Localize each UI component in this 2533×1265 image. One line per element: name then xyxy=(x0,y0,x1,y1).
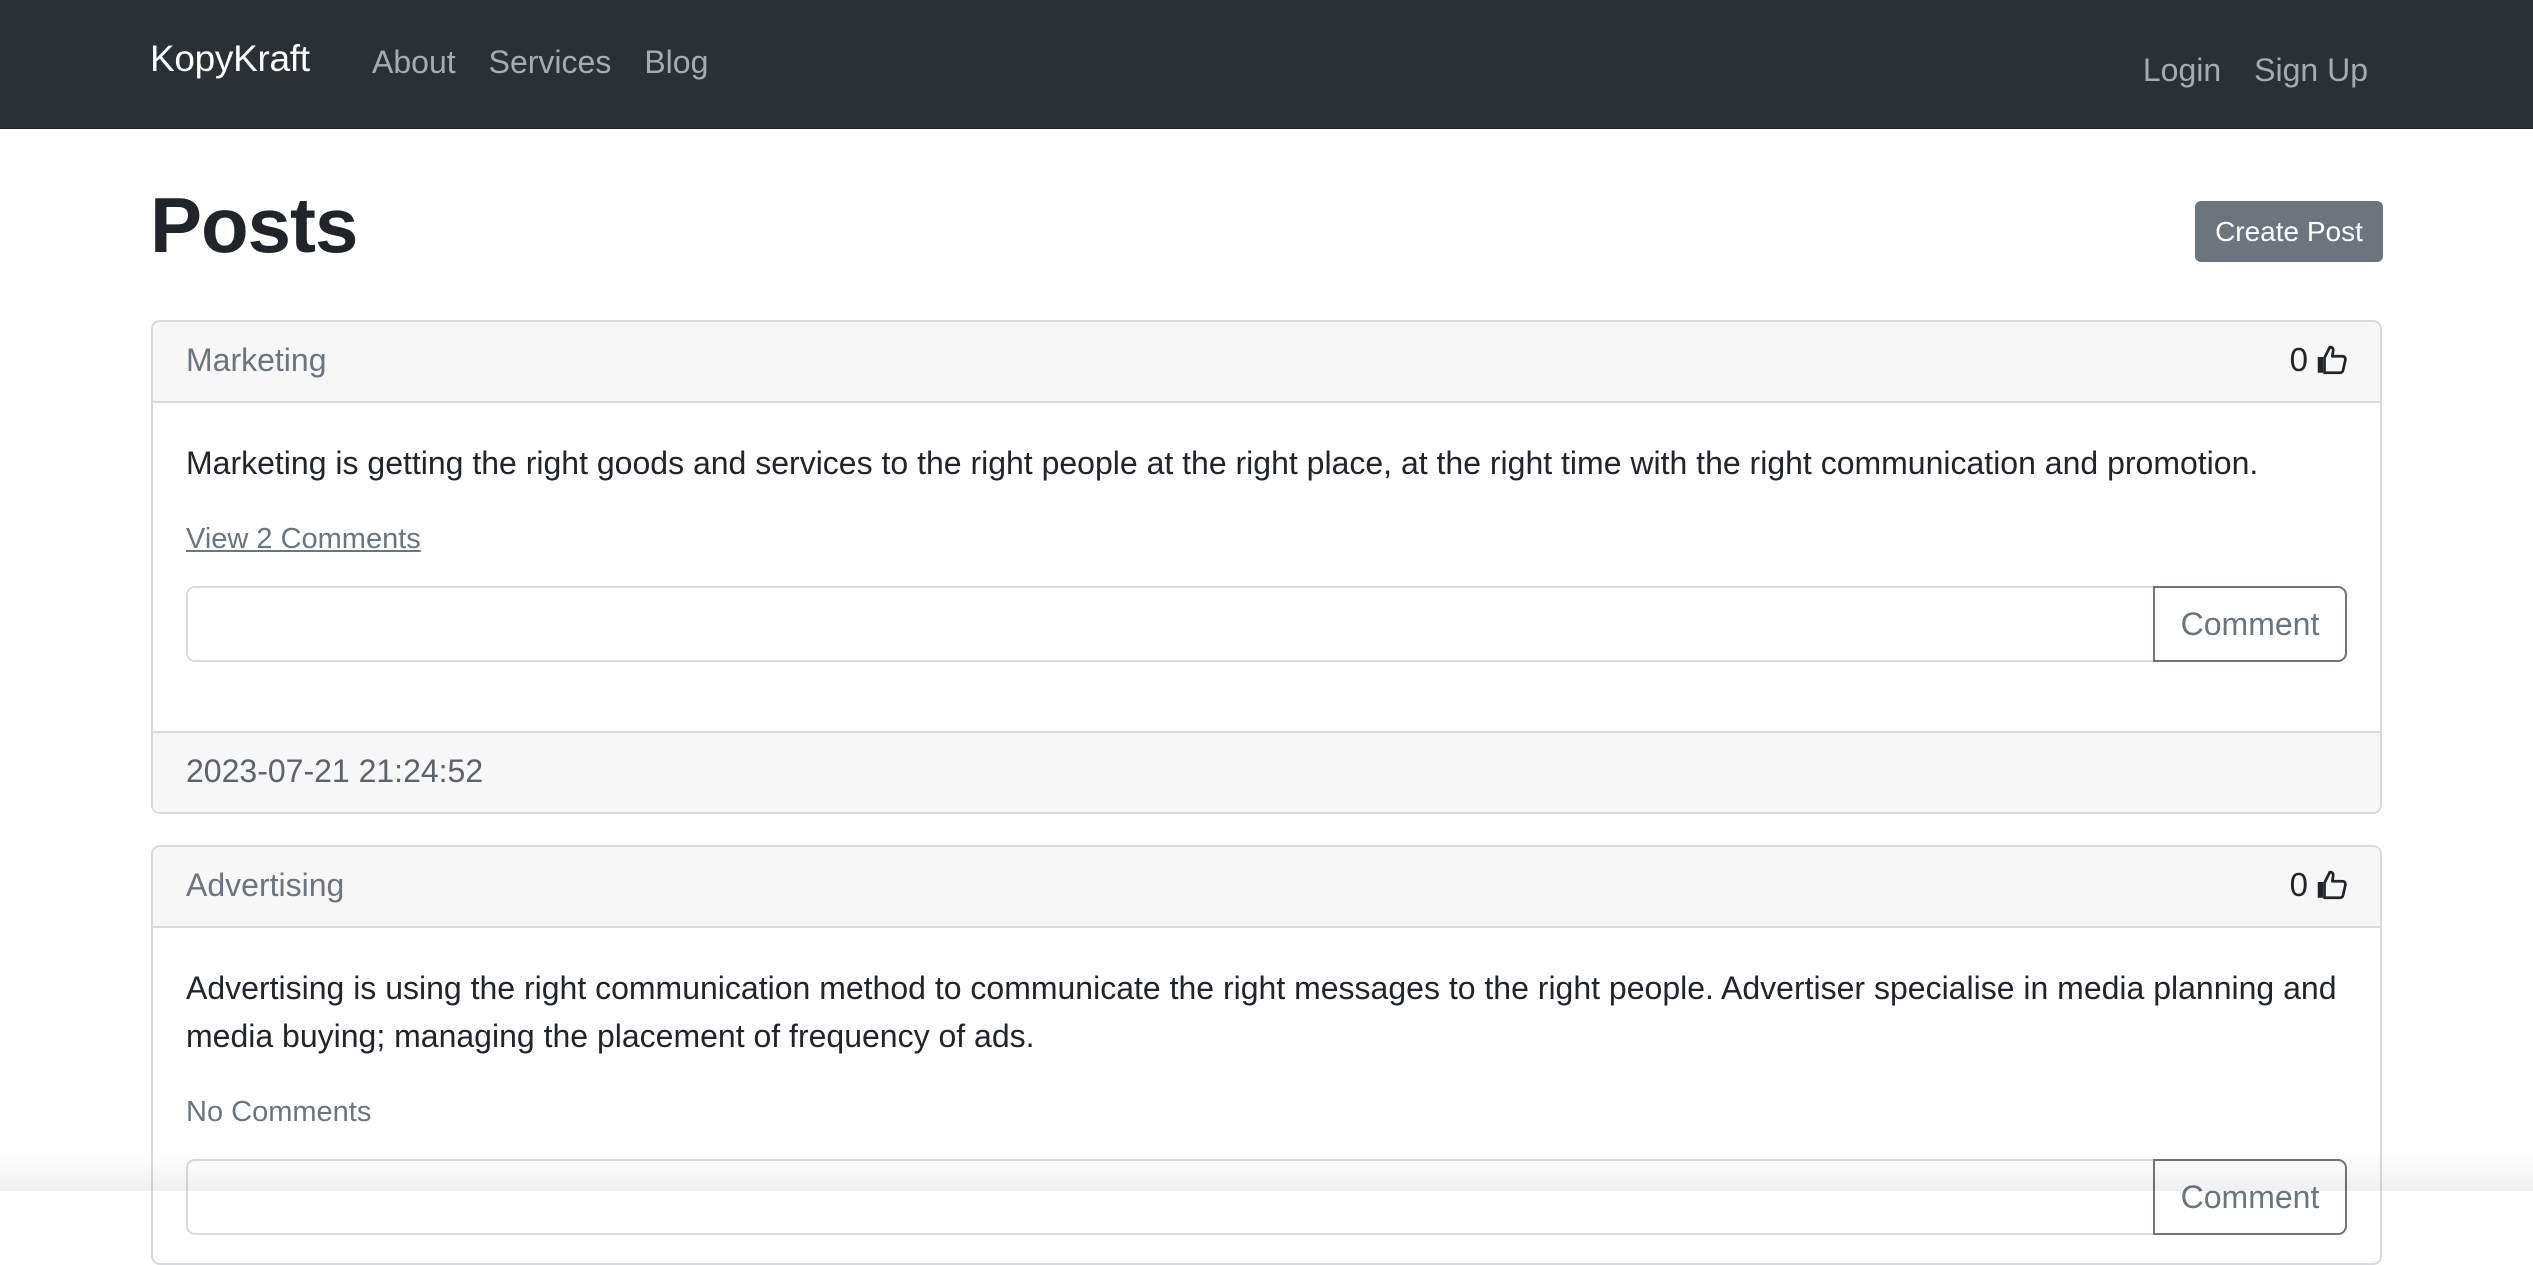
comment-button[interactable]: Comment xyxy=(2153,586,2347,662)
post-card-footer: 2023-07-21 21:24:52 xyxy=(153,731,2380,812)
nav-links: About Services Blog xyxy=(372,44,708,81)
like-counter: 0 xyxy=(2290,866,2350,904)
comment-input[interactable] xyxy=(186,1159,2153,1235)
nav-auth-links: Login Sign Up xyxy=(2143,52,2368,89)
post-title: Marketing xyxy=(186,342,327,378)
post-card-body: Marketing is getting the right goods and… xyxy=(153,403,2380,662)
comment-input[interactable] xyxy=(186,586,2153,662)
create-post-button[interactable]: Create Post xyxy=(2195,201,2383,262)
brand-logo[interactable]: KopyKraft xyxy=(150,38,310,80)
signup-link[interactable]: Sign Up xyxy=(2254,52,2368,89)
navbar: KopyKraft About Services Blog Login Sign… xyxy=(0,0,2533,129)
post-card-header: Marketing 0 xyxy=(153,322,2380,403)
login-link[interactable]: Login xyxy=(2143,52,2221,89)
post-card: Marketing 0 Marketing is getting the rig… xyxy=(151,320,2382,814)
page-title: Posts xyxy=(150,181,358,269)
nav-link-blog[interactable]: Blog xyxy=(644,44,708,81)
thumbs-up-icon[interactable] xyxy=(2314,867,2350,903)
view-comments-link[interactable]: View 2 Comments xyxy=(186,523,421,556)
post-text: Marketing is getting the right goods and… xyxy=(186,445,2259,481)
comment-button[interactable]: Comment xyxy=(2153,1159,2347,1235)
post-text: Advertising is using the right communica… xyxy=(186,970,2337,1054)
comment-form: Comment xyxy=(186,586,2347,662)
post-title: Advertising xyxy=(186,867,345,903)
nav-link-about[interactable]: About xyxy=(372,44,456,81)
like-count: 0 xyxy=(2289,866,2308,903)
comment-form: Comment xyxy=(186,1159,2347,1235)
post-card-body: Advertising is using the right communica… xyxy=(153,928,2380,1235)
no-comments-label: No Comments xyxy=(186,1096,372,1128)
like-counter: 0 xyxy=(2290,341,2350,379)
post-timestamp: 2023-07-21 21:24:52 xyxy=(186,753,484,789)
post-card: Advertising 0 Advertising is using the r… xyxy=(151,845,2382,1265)
like-count: 0 xyxy=(2289,341,2308,378)
thumbs-up-icon[interactable] xyxy=(2314,342,2350,378)
nav-link-services[interactable]: Services xyxy=(489,44,612,81)
post-card-header: Advertising 0 xyxy=(153,847,2380,928)
